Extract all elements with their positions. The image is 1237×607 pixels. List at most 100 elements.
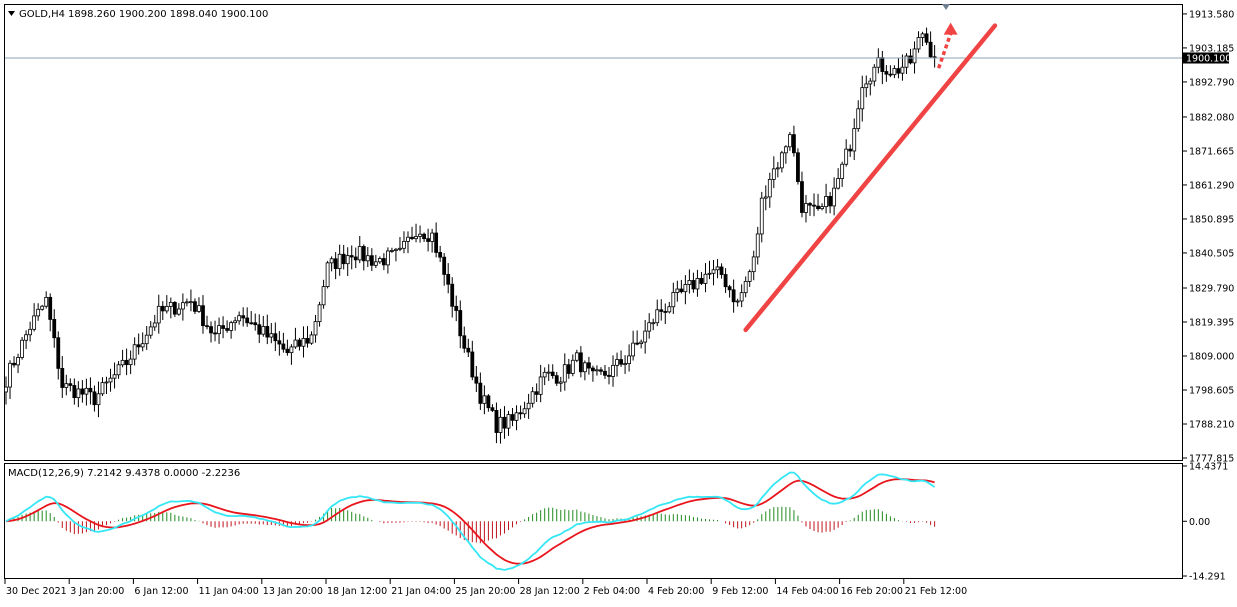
price-tick-label: 1829.790 [1189, 283, 1234, 294]
candle-body [385, 250, 390, 266]
candle-body [434, 232, 439, 253]
ohlc-readout: 1898.260 1900.200 1898.040 1900.100 [68, 9, 268, 20]
candle-body [739, 292, 744, 302]
candle-body [912, 48, 917, 64]
candle-body [595, 369, 599, 372]
candle-body [599, 369, 603, 372]
candle-body [771, 168, 776, 180]
candle-body [8, 362, 12, 388]
macd-label: MACD(12,26,9) 7.2142 9.4378 0.0000 -2.22… [8, 468, 240, 479]
candle-body [48, 296, 53, 320]
candle-body [4, 386, 8, 393]
candle-body [450, 283, 455, 307]
time-tick-label: 2 Feb 04:00 [584, 586, 640, 597]
price-tick-label: 1913.580 [1189, 9, 1234, 20]
candle-body [538, 376, 543, 395]
candle-body [373, 261, 378, 266]
time-tick-label: 21 Feb 12:00 [905, 586, 967, 597]
time-tick-label: 6 Jan 12:00 [134, 586, 188, 597]
price-axis: 1913.5801903.1851892.7901882.0801871.665… [1183, 9, 1234, 465]
candle-body [474, 376, 479, 384]
candle-body [88, 387, 93, 393]
candle-body [615, 359, 619, 366]
price-tick-label: 1840.505 [1189, 248, 1234, 259]
candle-body [152, 322, 157, 328]
candle-body [767, 178, 772, 198]
candle-body [140, 343, 145, 348]
candle-body [44, 296, 49, 307]
chart-canvas[interactable]: GOLD,H4 1898.260 1900.200 1898.040 1900.… [0, 0, 1237, 603]
candle-body [546, 371, 551, 374]
candle-body [703, 273, 708, 284]
price-tick-label: 1850.895 [1189, 214, 1234, 225]
candle-body [281, 343, 286, 350]
candle-body [293, 339, 298, 348]
candle-body [458, 310, 463, 337]
candle-body [651, 322, 656, 325]
time-tick-label: 11 Jan 04:00 [199, 586, 259, 597]
candle-body [229, 322, 234, 331]
macd-axis: 14.4371 0.00 -14.291 [1183, 462, 1228, 583]
candle-body [884, 71, 889, 75]
price-panel[interactable] [4, 4, 1183, 461]
time-tick-label: 25 Jan 20:00 [455, 586, 515, 597]
candle-body [84, 387, 89, 395]
candle-body [591, 367, 595, 372]
candle-body [840, 163, 845, 179]
candle-body [482, 395, 487, 404]
candle-body [751, 256, 756, 273]
candle-body [277, 340, 282, 345]
candle-body [743, 280, 748, 294]
candle-body [205, 325, 209, 328]
candle-body [438, 252, 443, 258]
candle-body [245, 317, 250, 324]
candle-body [506, 414, 511, 429]
candle-body [128, 358, 133, 366]
candle-body [574, 352, 579, 361]
candle-body [116, 364, 121, 376]
candle-body [361, 246, 366, 262]
candle-body [731, 289, 736, 303]
candle-body [72, 385, 77, 399]
candle-body [836, 178, 841, 189]
candle-body [321, 286, 326, 306]
candle-body [100, 382, 105, 395]
symbol-label[interactable]: GOLD,H4 [19, 9, 65, 20]
candle-body [470, 351, 475, 378]
candle-body [498, 416, 503, 433]
time-tick-label: 28 Jan 12:00 [520, 586, 580, 597]
candle-body [691, 280, 696, 290]
candle-body [542, 371, 547, 378]
candle-body [792, 134, 796, 154]
candle-body [217, 325, 221, 335]
candle-body [627, 355, 631, 365]
candle-body [603, 370, 607, 376]
candle-body [390, 250, 394, 252]
candle-body [848, 148, 853, 152]
candle-body [582, 362, 587, 373]
macd-tick-label: -14.291 [1189, 572, 1226, 583]
candle-body [365, 255, 370, 262]
candle-body [426, 238, 431, 242]
time-tick-label: 14 Feb 04:00 [776, 586, 838, 597]
candle-body [225, 328, 230, 331]
time-axis: 30 Dec 2021 3 Jan 20:00 6 Jan 12:00 11 Jan … [4, 579, 967, 597]
candle-body [663, 311, 668, 313]
candle-body [635, 342, 640, 345]
candle-body [779, 152, 784, 169]
candle-body [325, 262, 330, 288]
candle-body [156, 305, 161, 324]
candle-body [876, 57, 881, 68]
candle-body [852, 128, 857, 152]
candle-body [631, 342, 636, 357]
candle-body [844, 148, 849, 165]
candle-body [783, 146, 788, 154]
candle-body [812, 204, 816, 207]
candle-body [297, 339, 302, 347]
candle-body [578, 352, 583, 373]
macd-panel[interactable] [4, 463, 1183, 579]
candle-body [788, 134, 792, 148]
candle-body [209, 326, 213, 334]
candle-body [550, 371, 555, 377]
price-tick-label: 1819.395 [1189, 317, 1234, 328]
